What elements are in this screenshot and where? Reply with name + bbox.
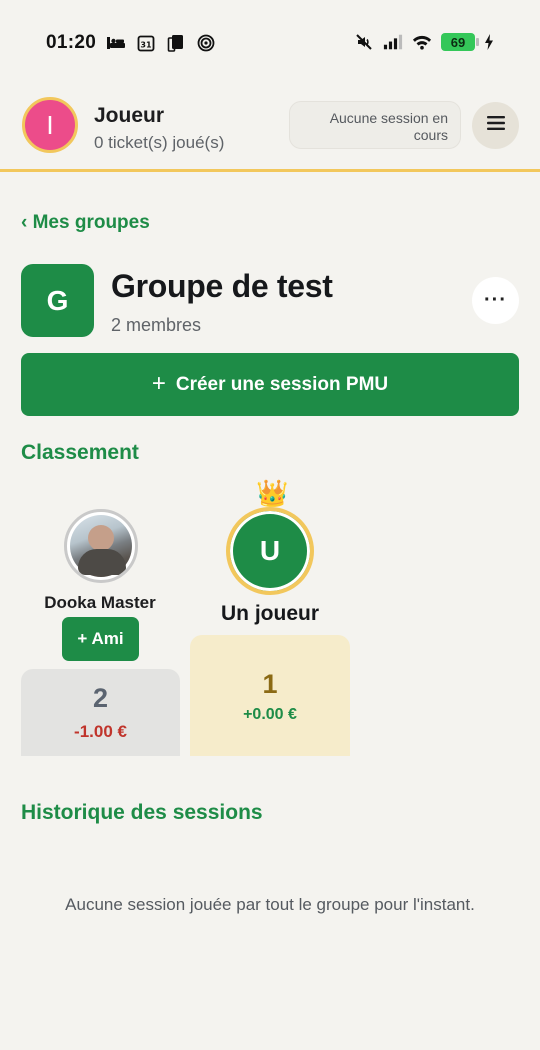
player-1-initial: U bbox=[259, 535, 281, 566]
player-2-name: Dooka Master bbox=[44, 593, 156, 612]
crown-icon: 👑 bbox=[256, 478, 289, 508]
menu-button[interactable] bbox=[472, 102, 519, 149]
app-header: I Joueur 0 ticket(s) joué(s) Aucune sess… bbox=[0, 88, 540, 172]
svg-text:31: 31 bbox=[140, 41, 152, 50]
add-friend-button[interactable]: + Ami bbox=[62, 617, 139, 661]
player-2-amount: -1.00 € bbox=[74, 722, 127, 741]
plus-icon: + bbox=[151, 369, 166, 397]
group-avatar: G bbox=[21, 264, 94, 337]
sim-icon bbox=[166, 34, 186, 52]
history-empty-message: Aucune session jouée par tout le groupe … bbox=[65, 895, 475, 914]
podium-first-place: 1 +0.00 € bbox=[190, 635, 350, 756]
session-status-badge[interactable]: Aucune session en cours bbox=[289, 101, 461, 149]
podium-second-place: 2 -1.00 € bbox=[21, 669, 180, 756]
player-1-avatar[interactable]: U bbox=[226, 507, 314, 595]
group-avatar-letter: G bbox=[46, 284, 69, 316]
app-screen: 01:20 31 69 I Joueur 0 ticket(s) joué(s)… bbox=[0, 0, 540, 1050]
user-avatar[interactable]: I bbox=[22, 97, 78, 153]
group-member-count: 2 membres bbox=[111, 315, 202, 335]
user-ticket-count: 0 ticket(s) joué(s) bbox=[94, 133, 225, 152]
more-icon: ··· bbox=[484, 289, 507, 311]
charging-icon bbox=[484, 33, 494, 51]
more-options-button[interactable]: ··· bbox=[472, 277, 519, 324]
battery-level: 69 bbox=[450, 34, 466, 50]
calendar-icon: 31 bbox=[136, 34, 156, 52]
user-avatar-letter: I bbox=[46, 109, 54, 140]
status-bar: 01:20 31 69 bbox=[0, 0, 540, 88]
player-2-avatar[interactable] bbox=[64, 509, 138, 583]
player-1-name: Un joueur bbox=[221, 602, 319, 625]
create-session-button[interactable]: + Créer une session PMU bbox=[21, 353, 519, 416]
player-2-rank: 2 bbox=[92, 683, 109, 713]
player-1-amount: +0.00 € bbox=[243, 706, 297, 723]
sleep-icon bbox=[106, 34, 126, 52]
ranking-title: Classement bbox=[21, 441, 139, 464]
status-time: 01:20 bbox=[46, 32, 97, 53]
wifi-icon bbox=[412, 33, 432, 51]
player-1-rank: 1 bbox=[262, 669, 278, 699]
spiral-icon bbox=[196, 34, 216, 52]
mute-icon bbox=[354, 33, 374, 51]
notification-icons: 31 bbox=[106, 34, 216, 52]
page-title: Groupe de test bbox=[111, 268, 333, 304]
history-title: Historique des sessions bbox=[21, 801, 263, 824]
user-name: Joueur bbox=[94, 104, 165, 127]
player-2-photo bbox=[70, 515, 132, 577]
battery-icon: 69 bbox=[441, 33, 479, 51]
system-icons: 69 bbox=[354, 33, 494, 51]
hamburger-icon bbox=[486, 116, 505, 135]
signal-icon bbox=[383, 33, 403, 51]
create-session-label: Créer une session PMU bbox=[175, 373, 389, 395]
back-to-groups-link[interactable]: ‹ Mes groupes bbox=[21, 212, 150, 234]
